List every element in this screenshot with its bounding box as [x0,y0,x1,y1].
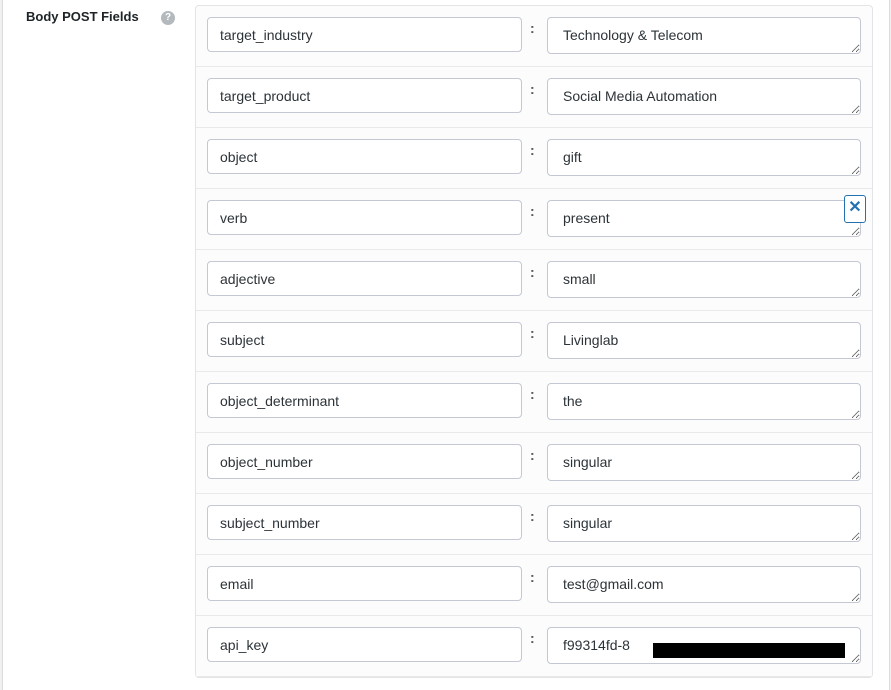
field-key-input[interactable] [207,383,522,418]
field-key-input[interactable] [207,627,522,662]
field-key-input[interactable] [207,261,522,296]
help-icon[interactable]: ? [161,11,175,25]
remove-field-button[interactable]: ✕ [844,195,866,223]
body-post-fields-list: : Technology & Telecom : Social Media Au… [195,5,873,678]
separator: : [530,386,535,402]
field-key-input[interactable] [207,139,522,174]
field-value-input[interactable]: present [547,200,861,237]
separator: : [530,325,535,341]
field-row: : Social Media Automation [196,67,872,128]
close-icon: ✕ [848,199,862,216]
field-key-input[interactable] [207,200,522,235]
field-value-input[interactable]: small [547,261,861,298]
field-row: : present ✕ [196,189,872,250]
field-value-input[interactable]: Social Media Automation [547,78,861,115]
separator: : [530,20,535,36]
section-label: Body POST Fields [26,9,139,24]
field-row: : singular [196,494,872,555]
field-row: : Livinglab [196,311,872,372]
field-row: : singular [196,433,872,494]
field-value-input[interactable]: Technology & Telecom [547,17,861,54]
settings-panel: Body POST Fields ? : Technology & Teleco… [2,0,890,690]
separator: : [530,569,535,585]
separator: : [530,630,535,646]
field-value-input[interactable]: gift [547,139,861,176]
field-row: : test@gmail.com [196,555,872,616]
field-row: : Technology & Telecom [196,6,872,67]
field-row: : small [196,250,872,311]
field-key-input[interactable] [207,444,522,479]
field-row: : the [196,372,872,433]
redaction-bar [653,643,845,658]
separator: : [530,81,535,97]
field-key-input[interactable] [207,505,522,540]
field-value-input[interactable]: the [547,383,861,420]
field-key-input[interactable] [207,78,522,113]
field-key-input[interactable] [207,322,522,357]
separator: : [530,142,535,158]
separator: : [530,447,535,463]
field-value-input[interactable]: singular [547,444,861,481]
field-row: : f99314fd-8 [196,616,872,677]
separator: : [530,203,535,219]
field-row: : gift [196,128,872,189]
field-value-input[interactable]: singular [547,505,861,542]
field-key-input[interactable] [207,17,522,52]
separator: : [530,508,535,524]
separator: : [530,264,535,280]
field-value-input[interactable]: Livinglab [547,322,861,359]
field-value-input[interactable]: test@gmail.com [547,566,861,603]
field-key-input[interactable] [207,566,522,601]
